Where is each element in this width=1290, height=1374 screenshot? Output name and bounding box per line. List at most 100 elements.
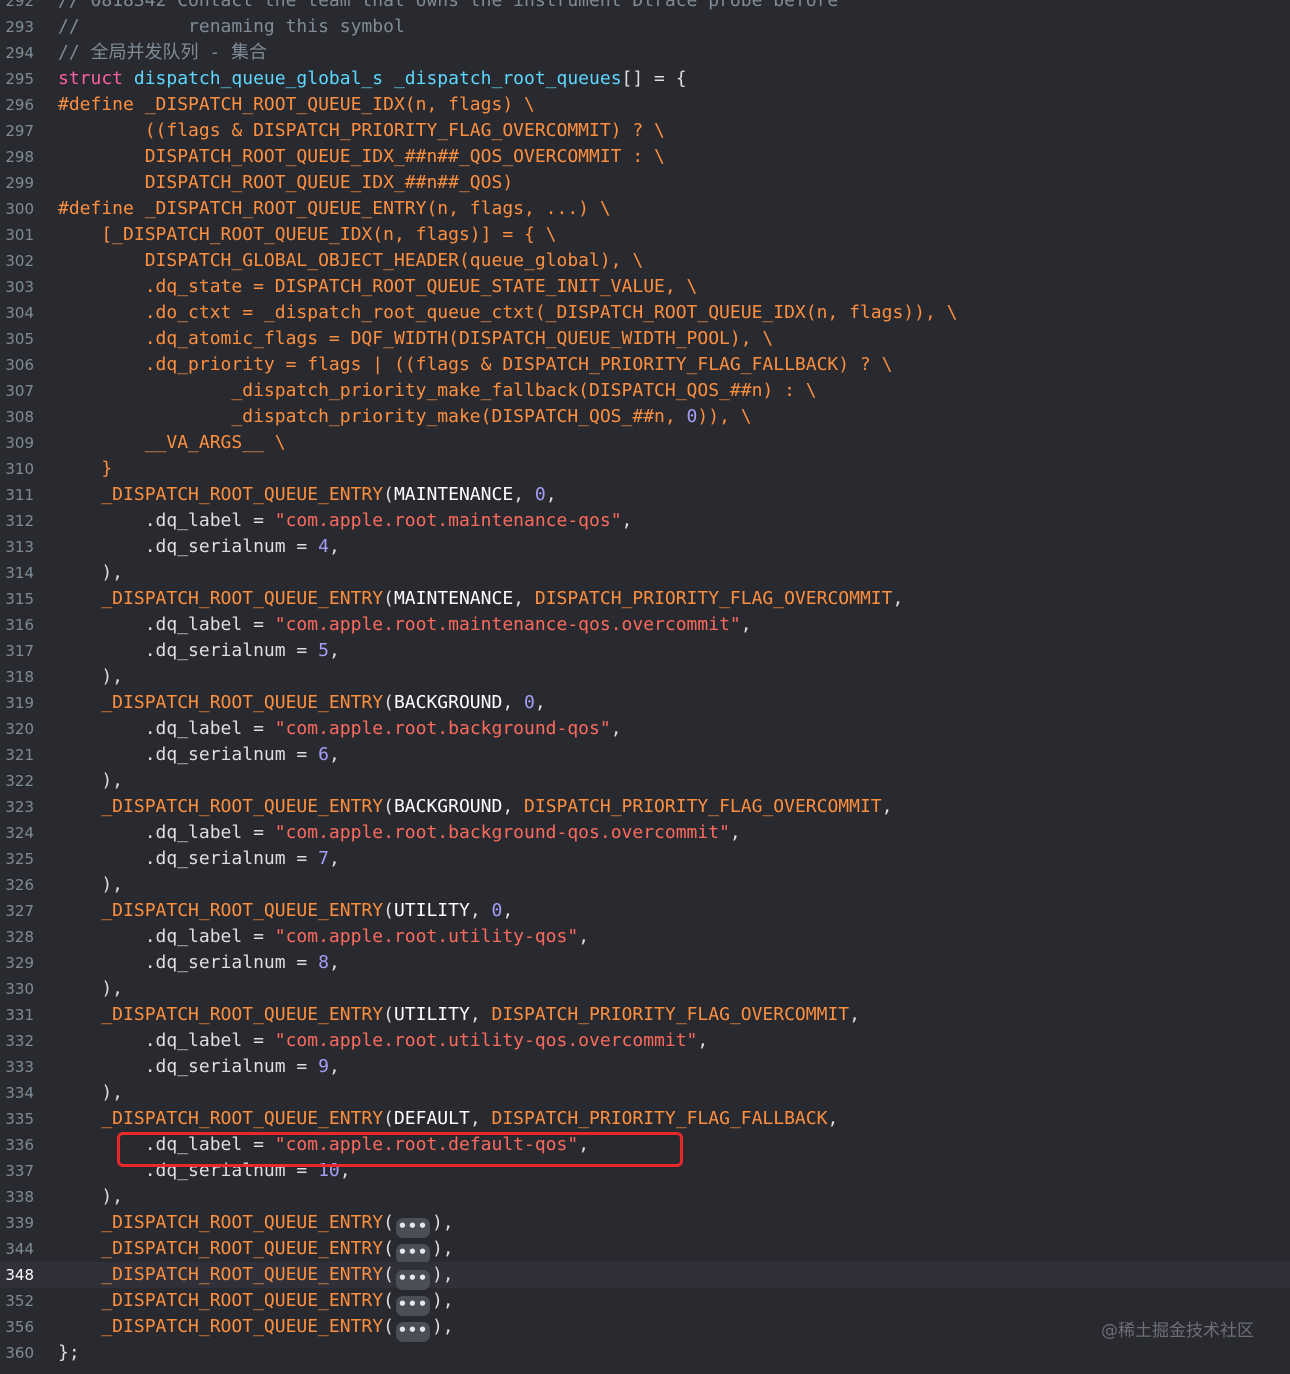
code-line[interactable]: 322 ), bbox=[0, 768, 1290, 794]
code-text: .do_ctxt = _dispatch_root_queue_ctxt(_DI… bbox=[58, 300, 958, 326]
code-token-num: 0 bbox=[491, 900, 503, 921]
code-line[interactable]: 327 _DISPATCH_ROOT_QUEUE_ENTRY(UTILITY, … bbox=[0, 898, 1290, 924]
code-line[interactable]: 325 .dq_serialnum = 7, bbox=[0, 846, 1290, 872]
code-line[interactable]: 313 .dq_serialnum = 4, bbox=[0, 534, 1290, 560]
code-line[interactable]: 334 ), bbox=[0, 1080, 1290, 1106]
code-token-plain: ), bbox=[58, 1082, 124, 1103]
line-number: 297 bbox=[5, 122, 34, 140]
code-token-plain: .dq_label = bbox=[58, 926, 275, 947]
code-line[interactable]: 311 _DISPATCH_ROOT_QUEUE_ENTRY(MAINTENAN… bbox=[0, 482, 1290, 508]
code-line[interactable]: 320 .dq_label = "com.apple.root.backgrou… bbox=[0, 716, 1290, 742]
code-text: .dq_label = "com.apple.root.maintenance-… bbox=[58, 508, 633, 534]
code-token-plain: .dq_serialnum = bbox=[58, 848, 319, 869]
code-line[interactable]: 332 .dq_label = "com.apple.root.utility-… bbox=[0, 1028, 1290, 1054]
watermark: @稀土掘金技术社区 bbox=[1101, 1321, 1254, 1341]
code-token-num: 0 bbox=[524, 692, 535, 713]
line-number: 316 bbox=[5, 616, 34, 634]
code-line[interactable]: 309 __VA_ARGS__ \ bbox=[0, 430, 1290, 456]
folded-code-ellipsis-button[interactable]: ••• bbox=[395, 1270, 430, 1290]
code-line[interactable]: 314 ), bbox=[0, 560, 1290, 586]
code-line[interactable]: 304 .do_ctxt = _dispatch_root_queue_ctxt… bbox=[0, 300, 1290, 326]
code-text: _DISPATCH_ROOT_QUEUE_ENTRY(•••), bbox=[58, 1288, 454, 1316]
code-line[interactable]: 321 .dq_serialnum = 6, bbox=[0, 742, 1290, 768]
code-text: ), bbox=[58, 664, 123, 690]
code-line[interactable]: 360}; bbox=[0, 1340, 1290, 1366]
code-text: ), bbox=[58, 976, 123, 1002]
code-line[interactable]: 292 // 0818342 Contact the team that owns… bbox=[0, 0, 1290, 14]
code-line[interactable]: 308 _dispatch_priority_make(DISPATCH_QOS… bbox=[0, 404, 1290, 430]
code-line[interactable]: 294 // 全局并发队列 - 集合 bbox=[0, 40, 1290, 66]
code-line[interactable]: 306 .dq_priority = flags | ((flags & DIS… bbox=[0, 352, 1290, 378]
folded-code-ellipsis-button[interactable]: ••• bbox=[395, 1244, 430, 1264]
line-number: 333 bbox=[5, 1058, 34, 1076]
line-number: 309 bbox=[5, 434, 34, 452]
code-line[interactable]: 352 _DISPATCH_ROOT_QUEUE_ENTRY(•••), bbox=[0, 1288, 1290, 1316]
code-line[interactable]: 295 struct dispatch_queue_global_s _dispa… bbox=[0, 66, 1290, 92]
code-token-macro: DISPATCH_PRIORITY_FLAG_OVERCOMMIT bbox=[534, 588, 893, 609]
code-token-plain: , bbox=[328, 640, 340, 661]
code-line[interactable]: 298 DISPATCH_ROOT_QUEUE_IDX_##n##_QOS_OV… bbox=[0, 144, 1290, 170]
code-line[interactable]: 339 _DISPATCH_ROOT_QUEUE_ENTRY(•••), bbox=[0, 1210, 1290, 1238]
code-token-plain: .dq_serialnum = bbox=[58, 952, 319, 973]
code-line[interactable]: 318 ), bbox=[0, 664, 1290, 690]
code-text: ), bbox=[58, 872, 123, 898]
code-line[interactable]: 344 _DISPATCH_ROOT_QUEUE_ENTRY(•••), bbox=[0, 1236, 1290, 1264]
code-text: _DISPATCH_ROOT_QUEUE_ENTRY(MAINTENANCE, … bbox=[58, 586, 903, 612]
code-line[interactable]: 336 .dq_label = "com.apple.root.default-… bbox=[0, 1132, 1290, 1158]
code-text: DISPATCH_ROOT_QUEUE_IDX_##n##_QOS) bbox=[58, 170, 513, 196]
code-text: _DISPATCH_ROOT_QUEUE_ENTRY(BACKGROUND, D… bbox=[58, 794, 892, 820]
code-token-num: 0 bbox=[686, 406, 698, 427]
code-text: #define _DISPATCH_ROOT_QUEUE_IDX(n, flag… bbox=[58, 92, 535, 118]
code-line[interactable]: 303 .dq_state = DISPATCH_ROOT_QUEUE_STAT… bbox=[0, 274, 1290, 300]
code-line[interactable]: 302 DISPATCH_GLOBAL_OBJECT_HEADER(queue_… bbox=[0, 248, 1290, 274]
code-line[interactable]: 299 DISPATCH_ROOT_QUEUE_IDX_##n##_QOS) bbox=[0, 170, 1290, 196]
code-line[interactable]: 331 _DISPATCH_ROOT_QUEUE_ENTRY(UTILITY, … bbox=[0, 1002, 1290, 1028]
code-text: .dq_serialnum = 8, bbox=[58, 950, 340, 976]
code-token-macro: DISPATCH_ROOT_QUEUE_IDX_##n##_QOS) bbox=[58, 172, 514, 193]
code-text: _DISPATCH_ROOT_QUEUE_ENTRY(MAINTENANCE, … bbox=[58, 482, 556, 508]
code-line[interactable]: 301 [_DISPATCH_ROOT_QUEUE_IDX(n, flags)]… bbox=[0, 222, 1290, 248]
code-line[interactable]: 348 _DISPATCH_ROOT_QUEUE_ENTRY(•••), bbox=[0, 1262, 1290, 1290]
code-editor[interactable]: 292 // 0818342 Contact the team that owns… bbox=[0, 0, 1290, 1366]
code-line[interactable]: 338 ), bbox=[0, 1184, 1290, 1210]
code-line[interactable]: 317 .dq_serialnum = 5, bbox=[0, 638, 1290, 664]
code-line[interactable]: 315 _DISPATCH_ROOT_QUEUE_ENTRY(MAINTENAN… bbox=[0, 586, 1290, 612]
code-token-plain: , bbox=[328, 536, 340, 557]
folded-code-ellipsis-button[interactable]: ••• bbox=[395, 1296, 430, 1316]
code-line[interactable]: 296 #define _DISPATCH_ROOT_QUEUE_IDX(n, f… bbox=[0, 92, 1290, 118]
code-line[interactable]: 328 .dq_label = "com.apple.root.utility-… bbox=[0, 924, 1290, 950]
code-text: ), bbox=[58, 1184, 123, 1210]
code-token-macro: DISPATCH_ROOT_QUEUE_IDX_##n##_QOS_OVERCO… bbox=[58, 146, 665, 167]
code-line[interactable]: 333 .dq_serialnum = 9, bbox=[0, 1054, 1290, 1080]
folded-code-ellipsis-button[interactable]: ••• bbox=[395, 1322, 430, 1342]
line-number: 312 bbox=[5, 512, 34, 530]
code-line[interactable]: 305 .dq_atomic_flags = DQF_WIDTH(DISPATC… bbox=[0, 326, 1290, 352]
code-token-plain: ( bbox=[383, 1238, 394, 1259]
line-number: 310 bbox=[5, 460, 34, 478]
code-token-macro: DISPATCH_GLOBAL_OBJECT_HEADER(queue_glob… bbox=[58, 250, 644, 271]
code-line[interactable]: 310 } bbox=[0, 456, 1290, 482]
code-line[interactable]: 337 .dq_serialnum = 10, bbox=[0, 1158, 1290, 1184]
code-line[interactable]: 297 ((flags & DISPATCH_PRIORITY_FLAG_OVE… bbox=[0, 118, 1290, 144]
code-line[interactable]: 330 ), bbox=[0, 976, 1290, 1002]
code-token-plain: ( bbox=[383, 1290, 394, 1311]
code-line[interactable]: 324 .dq_label = "com.apple.root.backgrou… bbox=[0, 820, 1290, 846]
code-line[interactable]: 323 _DISPATCH_ROOT_QUEUE_ENTRY(BACKGROUN… bbox=[0, 794, 1290, 820]
code-line[interactable]: 316 .dq_label = "com.apple.root.maintena… bbox=[0, 612, 1290, 638]
code-line[interactable]: 319 _DISPATCH_ROOT_QUEUE_ENTRY(BACKGROUN… bbox=[0, 690, 1290, 716]
code-line[interactable]: 307 _dispatch_priority_make_fallback(DIS… bbox=[0, 378, 1290, 404]
code-line[interactable]: 300 #define _DISPATCH_ROOT_QUEUE_ENTRY(n,… bbox=[0, 196, 1290, 222]
code-line[interactable]: 312 .dq_label = "com.apple.root.maintena… bbox=[0, 508, 1290, 534]
code-text: DISPATCH_GLOBAL_OBJECT_HEADER(queue_glob… bbox=[58, 248, 644, 274]
code-line[interactable]: 356 _DISPATCH_ROOT_QUEUE_ENTRY(•••), bbox=[0, 1314, 1290, 1342]
code-line[interactable]: 326 ), bbox=[0, 872, 1290, 898]
code-token-plain: ), bbox=[58, 666, 124, 687]
code-token-plain: ( bbox=[383, 484, 394, 505]
code-line[interactable]: 335 _DISPATCH_ROOT_QUEUE_ENTRY(DEFAULT, … bbox=[0, 1106, 1290, 1132]
code-token-plain: , bbox=[339, 1160, 351, 1181]
code-line[interactable]: 293 // renaming this symbol bbox=[0, 14, 1290, 40]
code-line[interactable]: 329 .dq_serialnum = 8, bbox=[0, 950, 1290, 976]
code-token-macro: DISPATCH_PRIORITY_FLAG_OVERCOMMIT bbox=[491, 1004, 850, 1025]
folded-code-ellipsis-button[interactable]: ••• bbox=[395, 1218, 430, 1238]
code-token-plain: , bbox=[502, 692, 525, 713]
